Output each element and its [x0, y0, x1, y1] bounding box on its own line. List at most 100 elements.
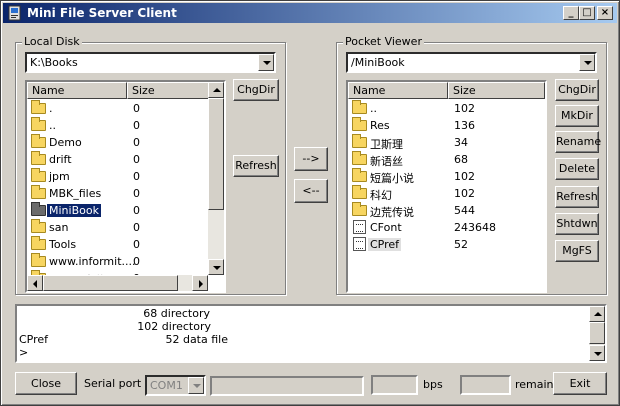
exit-button[interactable]: Exit — [553, 372, 607, 395]
item-name: drift — [49, 153, 72, 166]
title-bar[interactable]: Mini File Server Client _ □ × — [3, 3, 617, 23]
pocket-file-list[interactable]: Name Size .. 102 Res 136 卫斯理 34 新语丝 68 短篇小说 102 科幻… — [346, 80, 547, 293]
arrow-down-icon — [594, 352, 602, 356]
local-file-list[interactable]: Name Size . 0.. 0 Demo 0 drift 0 jpm 0 MBK_files 0… — [25, 80, 226, 293]
log-output[interactable]: 68 directory 102 directory CPref 52 data fi… — [15, 304, 607, 363]
local-horizontal-scrollbar[interactable] — [27, 275, 208, 291]
log-scroll-down-button[interactable] — [589, 345, 605, 361]
pocket-mkdir-button[interactable]: MkDir — [555, 105, 599, 127]
folder-icon — [352, 134, 367, 148]
local-list-item[interactable]: MiniBook 0 — [29, 202, 207, 219]
local-vertical-scrollbar[interactable] — [208, 82, 224, 275]
serial-port-value: COM1 — [150, 379, 183, 392]
pocket-list-item[interactable]: CFont 243648 — [350, 219, 528, 236]
pocket-col-name[interactable]: Name — [348, 82, 448, 99]
pocket-list-item[interactable]: 科幻 102 — [350, 185, 528, 202]
chevron-down-icon — [263, 61, 271, 65]
pocket-mgfs-button[interactable]: MgFS — [555, 240, 599, 262]
arrow-up-icon — [594, 312, 602, 316]
pocket-list-item[interactable]: .. 102 — [350, 100, 528, 117]
item-size: 102 — [454, 187, 475, 200]
pocket-path-dropdown-button[interactable] — [579, 54, 595, 71]
transfer-progress-bar — [210, 376, 364, 396]
maximize-button[interactable]: □ — [579, 6, 595, 20]
serial-port-label: Serial port — [84, 377, 142, 390]
arrow-right-icon — [199, 280, 203, 288]
serial-port-select: COM1 — [145, 375, 206, 396]
item-size: 0 — [133, 153, 140, 166]
pocket-delete-button[interactable]: Delete — [555, 158, 599, 180]
arrow-up-icon — [213, 88, 221, 92]
pocket-list-item[interactable]: 卫斯理 34 — [350, 134, 528, 151]
close-connection-button[interactable]: Close — [15, 372, 77, 395]
chevron-down-icon — [193, 384, 201, 388]
item-size: 136 — [454, 119, 475, 132]
item-size: 0 — [133, 221, 140, 234]
file-icon — [353, 220, 366, 234]
log-vscroll-thumb[interactable] — [589, 322, 605, 344]
bps-field — [371, 375, 418, 395]
pocket-list-item[interactable]: 新语丝 68 — [350, 151, 528, 168]
folder-icon — [31, 168, 46, 182]
pocket-list-item[interactable]: 边荒传说 544 — [350, 202, 528, 219]
pocket-list-item[interactable]: CPref 52 — [350, 236, 528, 253]
item-name: 短篇小说 — [370, 172, 414, 185]
local-list-item[interactable]: Tools 0 — [29, 236, 207, 253]
folder-icon — [352, 202, 367, 216]
pocket-list-item[interactable]: Res 136 — [350, 117, 528, 134]
local-path-combo[interactable]: K:\Books — [25, 52, 276, 73]
local-list-item[interactable]: www.informit.... 0 — [29, 253, 207, 270]
item-name: 边荒传说 — [370, 206, 414, 219]
local-hscroll-thumb[interactable] — [43, 275, 178, 291]
local-refresh-button[interactable]: Refresh — [233, 155, 279, 177]
pocket-chgdir-button[interactable]: ChgDir — [555, 79, 599, 101]
item-name: Demo — [49, 136, 82, 149]
item-size: 0 — [133, 102, 140, 115]
local-list-item[interactable]: san 0 — [29, 219, 207, 236]
item-name: .. — [49, 119, 56, 132]
local-list-item[interactable]: .0 — [29, 100, 207, 117]
item-name: . — [49, 102, 53, 115]
pocket-rename-button[interactable]: Rename — [555, 131, 601, 153]
local-scroll-down-button[interactable] — [208, 259, 224, 275]
item-name: MBK_files — [49, 187, 102, 200]
item-size: 0 — [133, 136, 140, 149]
file-icon — [353, 237, 366, 251]
item-size: 34 — [454, 136, 468, 149]
local-col-size[interactable]: Size — [127, 82, 210, 99]
local-col-name[interactable]: Name — [27, 82, 127, 99]
log-scroll-up-button[interactable] — [589, 306, 605, 322]
folder-icon — [31, 100, 46, 114]
item-size: 68 — [454, 153, 468, 166]
local-list-item[interactable]: jpm 0 — [29, 168, 207, 185]
item-size: 0 — [133, 119, 140, 132]
upload-to-pocket-button[interactable]: --> — [294, 147, 328, 171]
local-chgdir-button[interactable]: ChgDir — [233, 79, 279, 101]
local-scroll-left-button[interactable] — [27, 275, 43, 291]
folder-icon — [31, 185, 46, 199]
pocket-col-size[interactable]: Size — [448, 82, 545, 99]
download-to-local-button[interactable]: <-- — [294, 179, 328, 203]
item-size: 243648 — [454, 221, 496, 234]
local-list-item[interactable]: Demo 0 — [29, 134, 207, 151]
close-window-button[interactable]: × — [597, 6, 613, 20]
log-vertical-scrollbar[interactable] — [589, 306, 605, 361]
local-list-item[interactable]: .. 0 — [29, 117, 207, 134]
local-scroll-right-button[interactable] — [192, 275, 208, 291]
local-path-dropdown-button[interactable] — [258, 54, 274, 71]
local-list-item[interactable]: MBK_files 0 — [29, 185, 207, 202]
arrow-down-icon — [213, 266, 221, 270]
serial-port-dropdown-button — [188, 377, 204, 394]
pocket-shutdown-button[interactable]: Shtdwn — [555, 213, 599, 235]
pocket-refresh-button[interactable]: Refresh — [555, 186, 599, 208]
local-list-item[interactable]: drift 0 — [29, 151, 207, 168]
item-size: 0 — [133, 170, 140, 183]
log-line-prefix: > — [19, 346, 29, 359]
item-name: san — [49, 221, 69, 234]
local-scroll-up-button[interactable] — [208, 82, 224, 98]
pocket-path-combo[interactable]: /MiniBook — [346, 52, 597, 73]
pocket-list-item[interactable]: 短篇小说 102 — [350, 168, 528, 185]
local-vscroll-thumb[interactable] — [208, 98, 224, 210]
minimize-button[interactable]: _ — [563, 6, 579, 20]
item-name: 新语丝 — [370, 155, 403, 168]
